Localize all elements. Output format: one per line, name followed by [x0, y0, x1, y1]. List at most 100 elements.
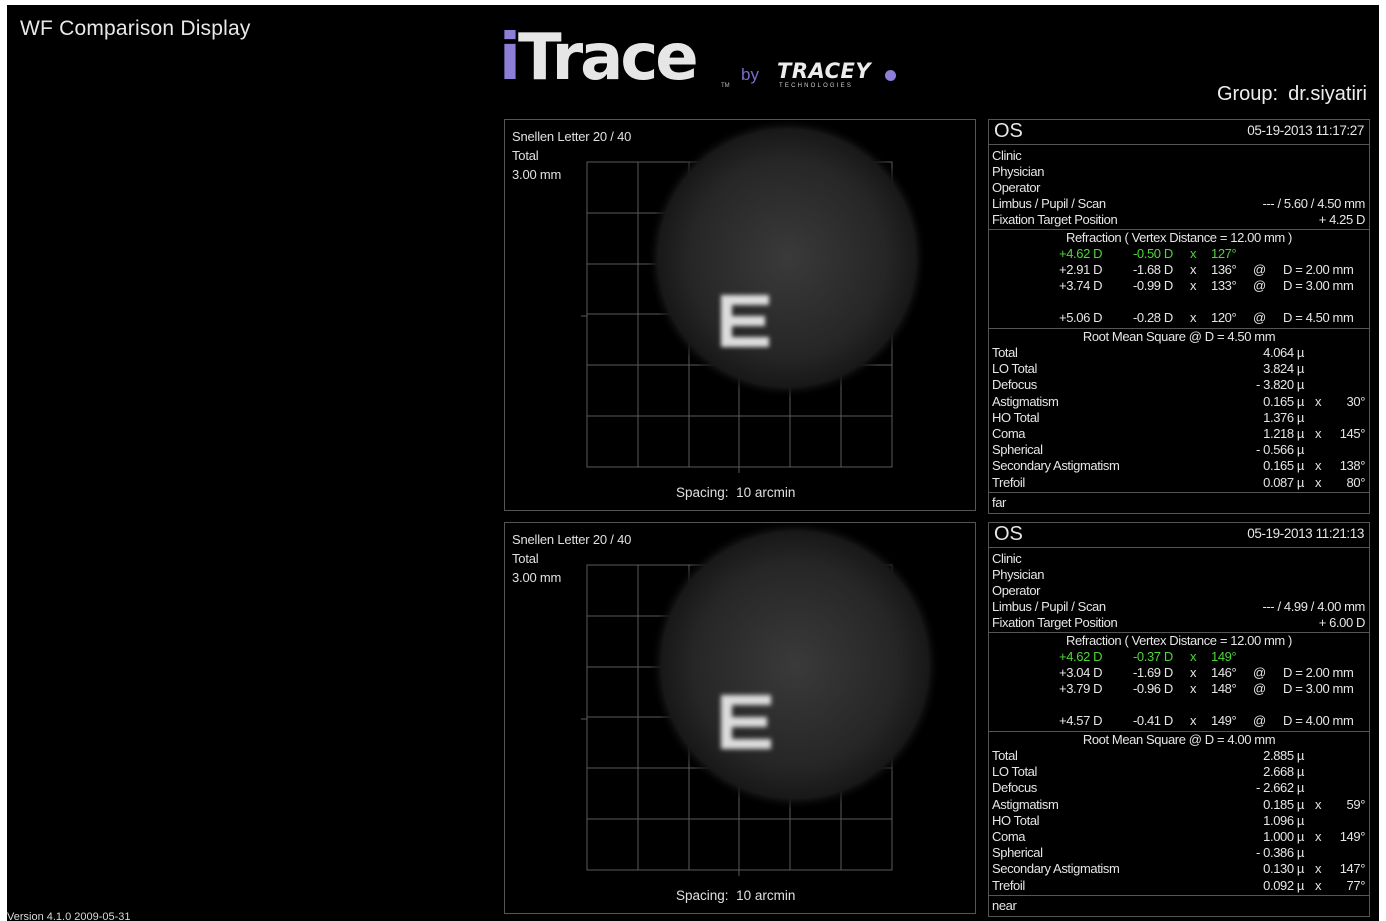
map-type-label: Total — [512, 148, 539, 163]
refraction-row: +3.04 D -1.69 Dx 146° @ D = 2.00 mm — [1059, 665, 1354, 680]
refraction-title: Refraction ( Vertex Distance = 12.00 mm … — [1065, 230, 1292, 245]
rms-label: LO Total — [992, 361, 1037, 377]
refraction-row: +4.62 D -0.50 Dx 127° — [1059, 246, 1237, 261]
snellen-e-letter — [721, 695, 771, 749]
rms-row: Astigmatism 0.165 µ x 30° — [989, 394, 1369, 410]
spacing-label: Spacing: 10 arcmin — [676, 485, 796, 500]
exam-datetime: 05-19-2013 11:17:27 — [1247, 123, 1364, 138]
eye-label: OS — [994, 120, 1023, 142]
rms-label: Defocus — [992, 780, 1037, 796]
exam-info-panel-2: OS 05-19-2013 11:21:13 Clinic Physician … — [988, 522, 1370, 917]
rms-label: HO Total — [992, 409, 1040, 425]
operator-label: Operator — [992, 583, 1041, 598]
physician-label: Physician — [992, 567, 1045, 582]
snellen-e-letter — [721, 295, 769, 347]
limbus-label: Limbus / Pupil / Scan — [992, 196, 1106, 211]
pupil-size-label: 3.00 mm — [512, 570, 562, 585]
rms-value: 1.096 µ — [1263, 812, 1304, 828]
rms-label: LO Total — [992, 764, 1037, 780]
rms-row: Astigmatism 0.185 µ x 59° — [989, 797, 1369, 813]
psf-blur-disc — [650, 523, 940, 810]
rms-axis-x: x — [1315, 861, 1322, 877]
tracey-wordmark: TRACEY — [777, 59, 872, 83]
rms-value: 0.087 µ — [1263, 474, 1304, 490]
rms-value: 1.376 µ — [1263, 409, 1304, 425]
rms-value: - 0.566 µ — [1256, 442, 1304, 458]
rms-value: 2.885 µ — [1263, 748, 1304, 763]
rms-row: Coma 1.000 µ x 149° — [989, 829, 1369, 845]
rms-label: Total — [992, 748, 1018, 763]
rms-row: Total 4.064 µ — [989, 345, 1369, 361]
rms-row: Secondary Astigmatism 0.130 µ x 147° — [989, 861, 1369, 877]
snellen-label: Snellen Letter 20 / 40 — [512, 532, 632, 547]
group-label: Group: dr.siyatiri — [1216, 83, 1367, 105]
rms-axis: 59° — [1346, 796, 1366, 812]
version-label: Version 4.1.0 2009-05-31 — [7, 911, 131, 921]
rms-value: 1.218 µ — [1263, 426, 1304, 441]
rms-axis: 30° — [1346, 393, 1366, 409]
rms-value: 4.064 µ — [1263, 345, 1304, 360]
rms-label: Astigmatism — [992, 796, 1059, 812]
window-title: WF Comparison Display — [20, 17, 251, 40]
rms-label: Astigmatism — [992, 393, 1059, 409]
refraction-row: +3.79 D -0.96 Dx 148° @ D = 3.00 mm — [1059, 681, 1354, 696]
clinic-label: Clinic — [992, 551, 1022, 566]
fixation-value: + 6.00 D — [1318, 615, 1366, 630]
physician-label: Physician — [992, 164, 1045, 179]
logo-dot-icon — [885, 70, 896, 81]
group-value: dr.siyatiri — [1288, 83, 1367, 105]
rms-label: Defocus — [992, 377, 1037, 393]
map-type-label: Total — [512, 551, 539, 566]
rms-axis-x: x — [1315, 426, 1322, 441]
rms-value: 3.824 µ — [1263, 361, 1304, 377]
rms-axis: 145° — [1339, 426, 1366, 441]
rms-row: Total 2.885 µ — [989, 748, 1369, 764]
rms-label: HO Total — [992, 812, 1040, 828]
fixation-label: Fixation Target Position — [992, 212, 1118, 227]
rms-row: Spherical - 0.386 µ — [989, 845, 1369, 861]
refraction-row: +5.06 D -0.28 Dx 120° @ D = 4.50 mm — [1059, 310, 1354, 325]
rms-row: Coma 1.218 µ x 145° — [989, 426, 1369, 442]
rms-axis-x: x — [1315, 796, 1322, 812]
rms-label: Trefoil — [992, 474, 1025, 490]
rms-value: 1.000 µ — [1263, 829, 1304, 844]
rms-axis-x: x — [1315, 474, 1322, 490]
psf-blur-disc — [647, 120, 927, 398]
rms-value: - 2.662 µ — [1256, 780, 1304, 796]
rms-row: Trefoil 0.092 µ x 77° — [989, 878, 1369, 894]
rms-axis-x: x — [1315, 829, 1322, 844]
limbus-value: --- / 5.60 / 4.50 mm — [1262, 196, 1365, 211]
rms-axis: 147° — [1339, 861, 1366, 877]
rms-label: Secondary Astigmatism — [992, 861, 1120, 877]
eye-label: OS — [994, 523, 1023, 545]
rms-row: Defocus - 3.820 µ — [989, 377, 1369, 393]
rms-row: HO Total 1.376 µ — [989, 410, 1369, 426]
rms-axis-x: x — [1315, 877, 1322, 893]
rms-label: Spherical — [992, 845, 1043, 861]
rms-label: Total — [992, 345, 1018, 360]
rms-axis: 149° — [1339, 829, 1366, 844]
rms-value: 2.668 µ — [1263, 764, 1304, 780]
pupil-size-label: 3.00 mm — [512, 167, 562, 182]
logo-by: by — [741, 65, 759, 84]
rms-title: Root Mean Square @ D = 4.00 mm — [1082, 732, 1276, 747]
technologies-wordmark: TECHNOLOGIES — [779, 83, 854, 89]
rms-label: Secondary Astigmatism — [992, 458, 1120, 474]
exam-datetime: 05-19-2013 11:21:13 — [1247, 526, 1364, 541]
rms-table: Total 2.885 µ LO Total 2.668 µ Defocus - 2.66… — [989, 748, 1369, 898]
rms-table: Total 4.064 µ LO Total 3.824 µ Defocus - 3.82… — [989, 345, 1369, 495]
operator-label: Operator — [992, 180, 1041, 195]
rms-axis-x: x — [1315, 458, 1322, 474]
rms-value: 0.130 µ — [1263, 861, 1304, 877]
exam-info-panel-1: OS 05-19-2013 11:17:27 Clinic Physician … — [988, 119, 1370, 514]
rms-row: Spherical - 0.566 µ — [989, 442, 1369, 458]
wf-comparison-window: WF Comparison Display iTrace TM by TRACE… — [7, 5, 1379, 921]
note-label: far — [992, 495, 1006, 510]
fixation-label: Fixation Target Position — [992, 615, 1118, 630]
note-label: near — [992, 898, 1017, 913]
rms-axis-x: x — [1315, 393, 1322, 409]
refraction-title: Refraction ( Vertex Distance = 12.00 mm … — [1065, 633, 1292, 648]
spacing-label: Spacing: 10 arcmin — [676, 888, 796, 903]
acuity-panel-2: Snellen Letter 20 / 40 Total 3.00 mm Spa… — [504, 522, 976, 914]
rms-axis: 138° — [1339, 458, 1366, 474]
